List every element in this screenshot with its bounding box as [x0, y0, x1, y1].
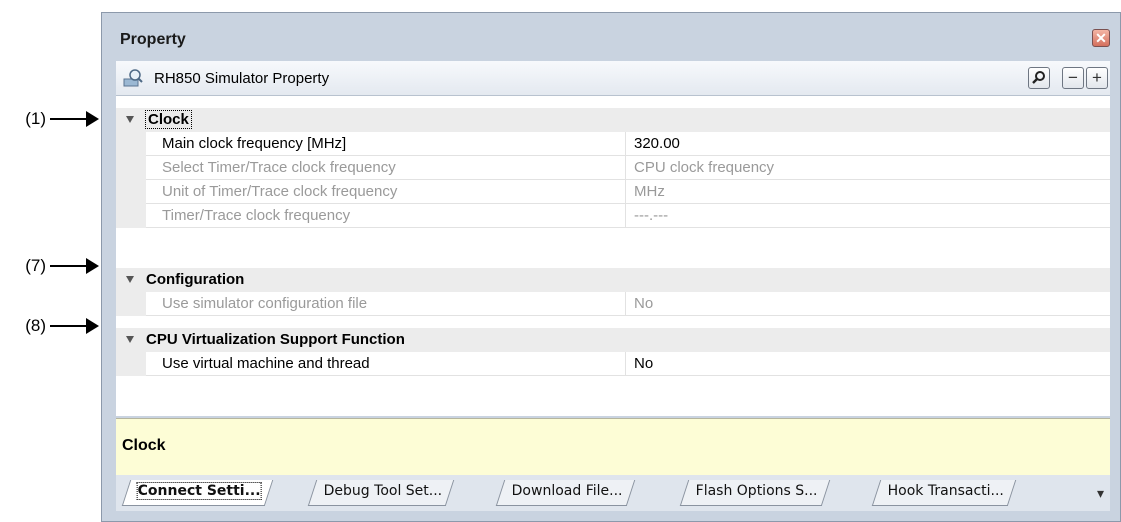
search-button[interactable]: [1028, 67, 1050, 89]
property-value[interactable]: CPU clock frequency: [626, 156, 1110, 180]
property-row[interactable]: Main clock frequency [MHz] 320.00: [116, 132, 1110, 156]
callout-label: (1): [25, 109, 46, 128]
property-subtitle: RH850 Simulator Property: [154, 70, 330, 87]
arrow-head-icon: [86, 111, 99, 127]
property-name: Unit of Timer/Trace clock frequency: [146, 180, 626, 204]
tab-label: Debug Tool Set...: [323, 483, 443, 499]
property-row[interactable]: Unit of Timer/Trace clock frequency MHz: [116, 180, 1110, 204]
close-button[interactable]: ✕: [1092, 29, 1110, 47]
callout-arrow: [50, 325, 88, 327]
tab-label: Flash Options S...: [695, 483, 818, 499]
property-name: Use simulator configuration file: [146, 292, 626, 316]
property-panel: Property ✕ RH850 Simulator Property − + …: [101, 12, 1121, 522]
callout-1: (1): [0, 109, 100, 129]
category-row-clock[interactable]: Clock: [116, 108, 1110, 132]
simulator-property-icon: [123, 69, 143, 87]
tab-menu-icon[interactable]: ▾: [1097, 485, 1104, 502]
panel-title: Property: [120, 31, 186, 48]
callout-label: (8): [25, 316, 46, 335]
row-gutter: [116, 352, 146, 376]
property-grid: Clock Main clock frequency [MHz] 320.00 …: [116, 96, 1110, 416]
property-value[interactable]: 320.00: [626, 132, 1110, 156]
category-name: CPU Virtualization Support Function: [146, 331, 405, 348]
property-value[interactable]: MHz: [626, 180, 1110, 204]
property-name: Timer/Trace clock frequency: [146, 204, 626, 228]
property-row[interactable]: Timer/Trace clock frequency ---.---: [116, 204, 1110, 228]
tab-debug-tool-settings[interactable]: Debug Tool Set...: [307, 480, 455, 506]
callout-arrow: [50, 265, 88, 267]
description-area: Clock: [116, 418, 1110, 476]
tab-connect-settings[interactable]: Connect Setti...: [121, 480, 274, 506]
property-name: Main clock frequency [MHz]: [146, 132, 626, 156]
property-row[interactable]: Use simulator configuration file No: [116, 292, 1110, 316]
callout-8: (8): [0, 316, 100, 336]
tab-flash-options[interactable]: Flash Options S...: [679, 480, 831, 506]
tab-download-file[interactable]: Download File...: [495, 480, 636, 506]
search-icon: [1032, 71, 1045, 84]
category-name: Configuration: [146, 271, 245, 288]
callout-label: (7): [25, 256, 46, 275]
property-value[interactable]: No: [626, 352, 1110, 376]
row-gutter: [116, 180, 146, 204]
tab-hook-transaction[interactable]: Hook Transacti...: [871, 480, 1017, 506]
category-name: Clock: [145, 110, 192, 129]
tab-bar: Connect Setti... Debug Tool Set... Downl…: [116, 475, 1110, 511]
collapse-triangle-icon[interactable]: [126, 276, 134, 283]
row-gutter: [116, 204, 146, 228]
property-name: Select Timer/Trace clock frequency: [146, 156, 626, 180]
collapse-all-button[interactable]: −: [1062, 67, 1084, 89]
tab-label: Hook Transacti...: [887, 483, 1004, 499]
property-row[interactable]: Select Timer/Trace clock frequency CPU c…: [116, 156, 1110, 180]
property-value[interactable]: No: [626, 292, 1110, 316]
description-title: Clock: [122, 437, 166, 454]
collapse-triangle-icon[interactable]: [126, 116, 134, 123]
callout-arrow: [50, 118, 88, 120]
property-value[interactable]: ---.---: [626, 204, 1110, 228]
collapse-triangle-icon[interactable]: [126, 336, 134, 343]
arrow-head-icon: [86, 258, 99, 274]
category-row-configuration[interactable]: Configuration: [116, 268, 1110, 292]
row-gutter: [116, 156, 146, 180]
property-name: Use virtual machine and thread: [146, 352, 626, 376]
expand-all-button[interactable]: +: [1086, 67, 1108, 89]
row-gutter: [116, 292, 146, 316]
property-toolbar: RH850 Simulator Property − +: [116, 61, 1110, 96]
property-row[interactable]: Use virtual machine and thread No: [116, 352, 1110, 376]
category-row-cpu-virtualization[interactable]: CPU Virtualization Support Function: [116, 328, 1110, 352]
arrow-head-icon: [86, 318, 99, 334]
callout-7: (7): [0, 256, 100, 276]
tab-label: Connect Setti...: [136, 482, 262, 500]
tab-label: Download File...: [511, 483, 623, 499]
row-gutter: [116, 132, 146, 156]
